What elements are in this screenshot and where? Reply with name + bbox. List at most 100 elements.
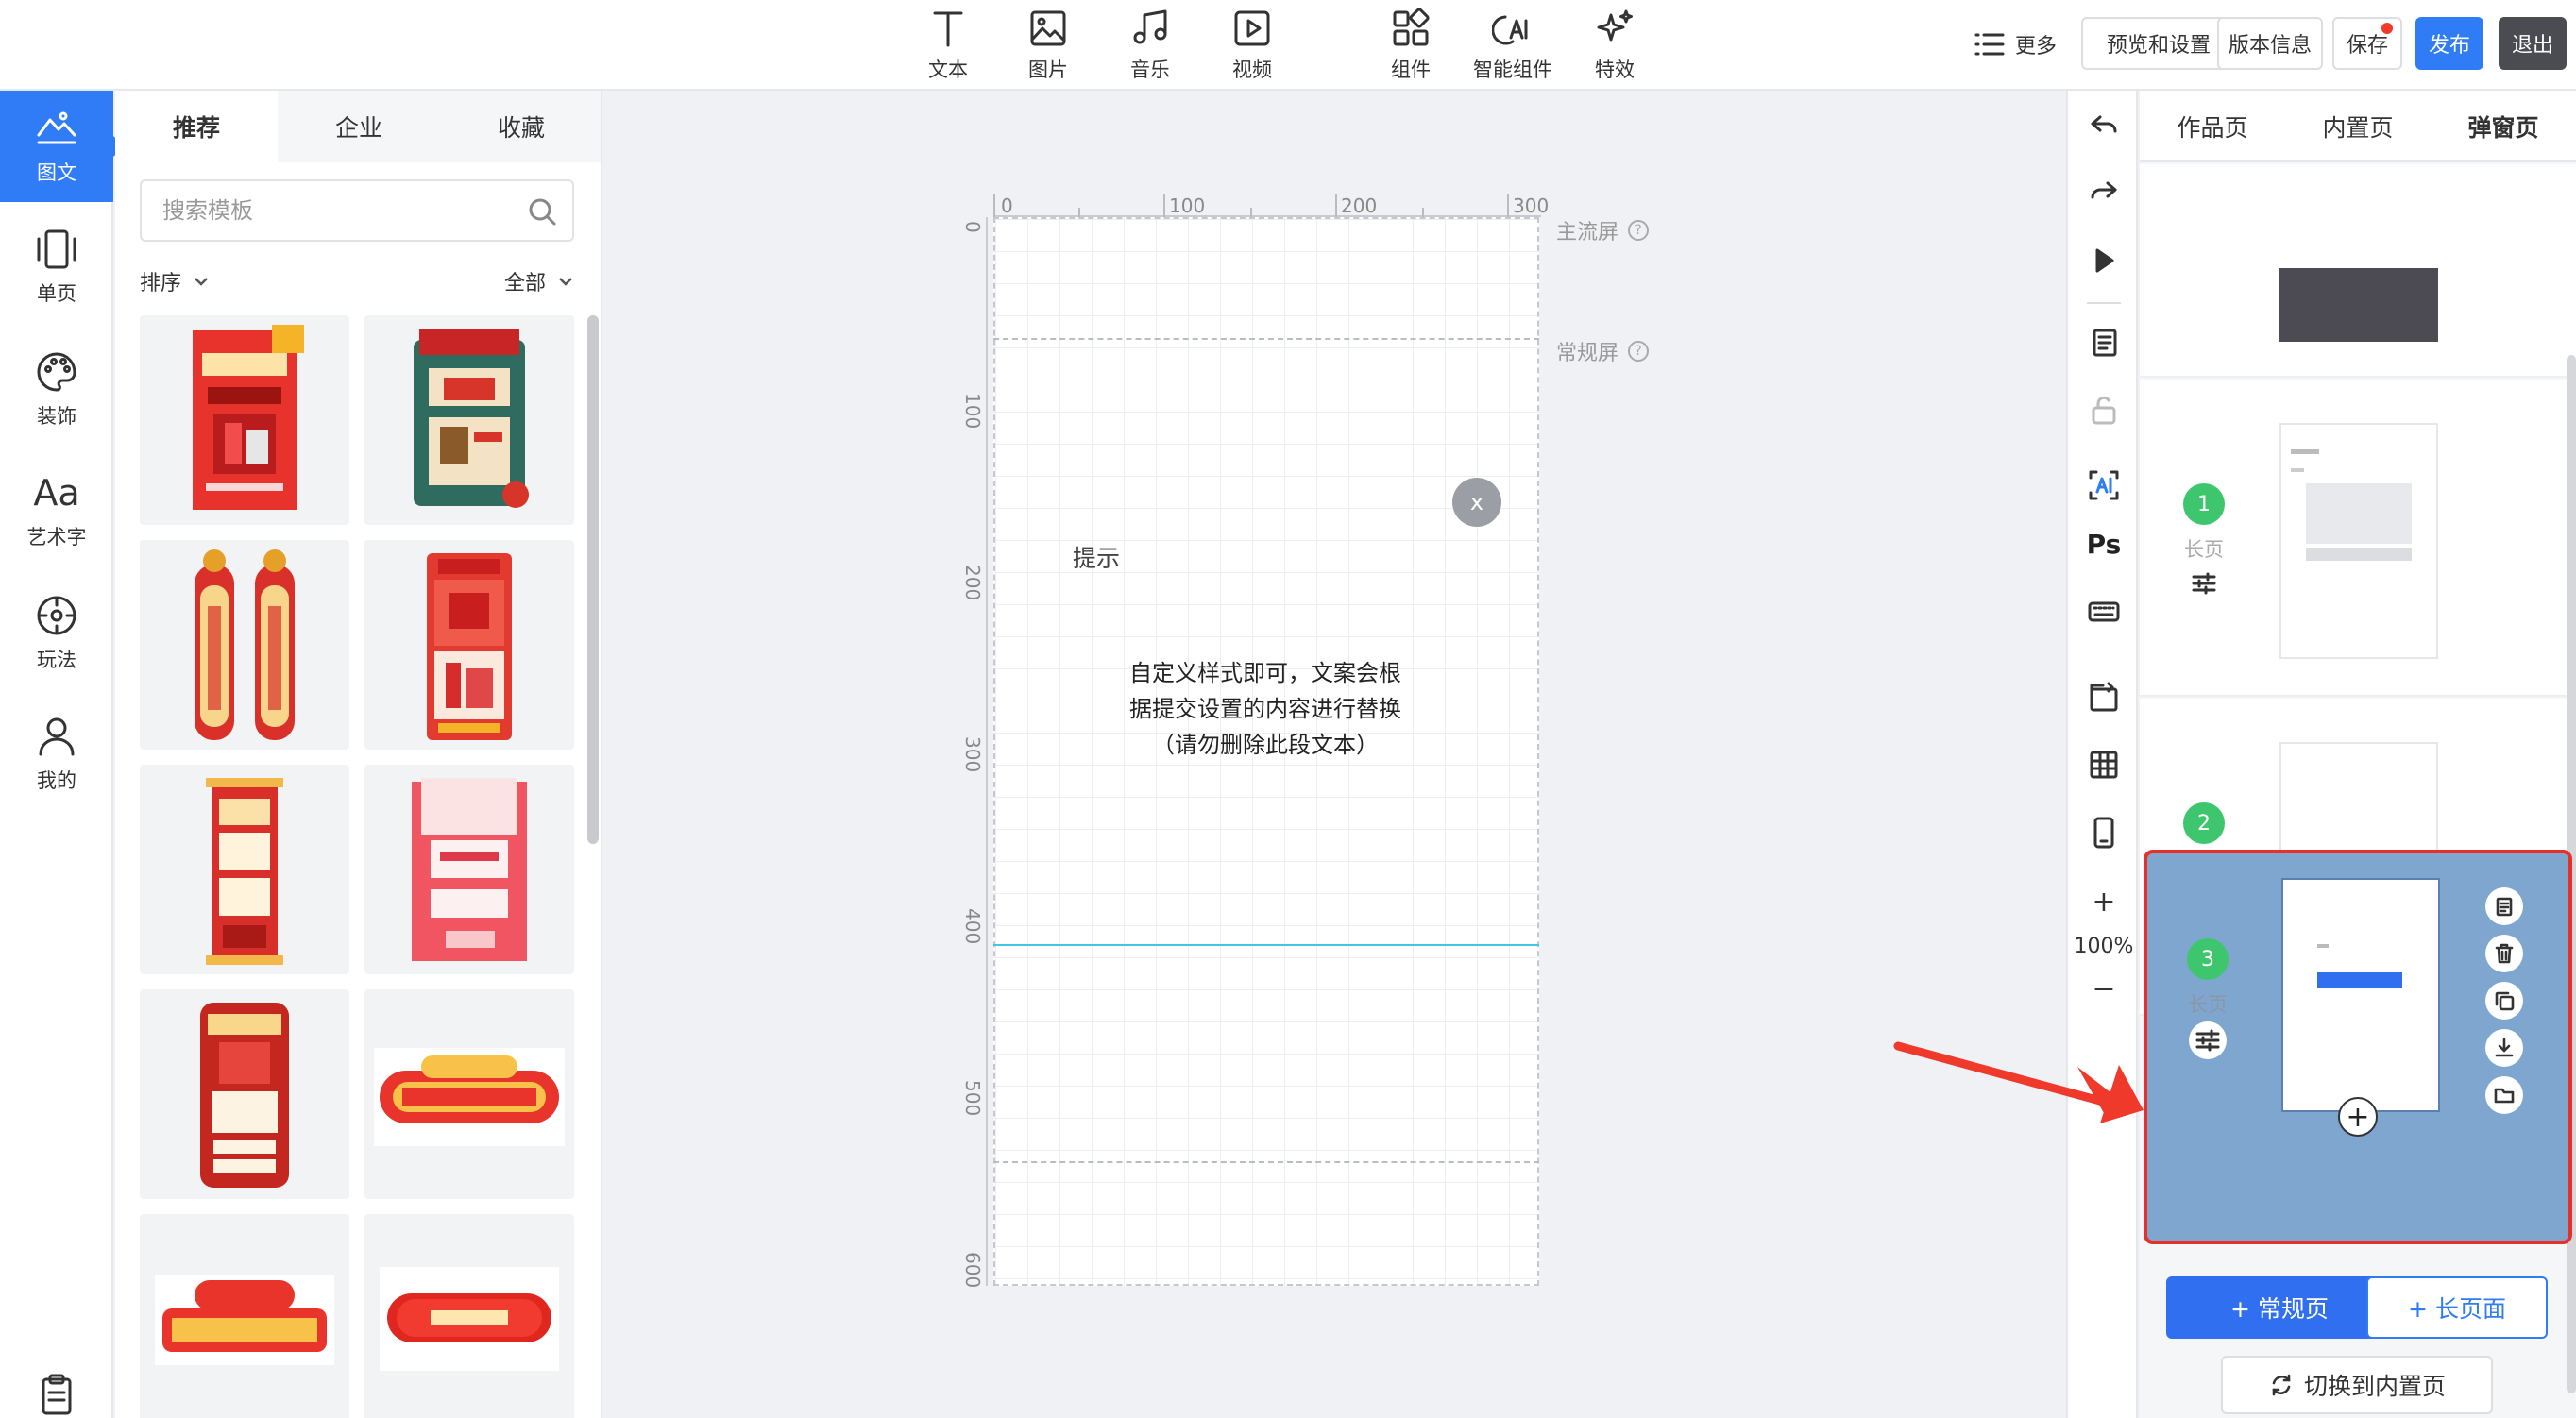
publish-button[interactable]: 发布 xyxy=(2415,17,2483,70)
search-input[interactable] xyxy=(162,197,521,224)
component-tool-label: 组件 xyxy=(1391,59,1431,81)
keyboard-button[interactable] xyxy=(2083,591,2125,633)
image-icon xyxy=(1030,10,1066,46)
switch-builtin-button[interactable]: 切换到内置页 xyxy=(2221,1356,2493,1414)
nav-single-page[interactable]: 单页 xyxy=(0,211,113,323)
ruler-left-label: 0 xyxy=(961,221,984,233)
template-card[interactable] xyxy=(140,315,349,525)
photoshop-button[interactable]: Ps xyxy=(2083,523,2125,565)
version-info-button[interactable]: 版本信息 xyxy=(2217,17,2323,70)
page-thumbnail xyxy=(2281,878,2440,1112)
move-to-folder-button[interactable] xyxy=(2485,1076,2523,1114)
main-flow-divider xyxy=(993,338,1539,340)
download-page-button[interactable] xyxy=(2485,1029,2523,1067)
page-settings-button[interactable] xyxy=(2185,565,2223,602)
clone-icon xyxy=(2495,991,2515,1011)
image-tool[interactable]: 图片 xyxy=(1001,8,1095,85)
page-row-selected[interactable]: 3 长页 xyxy=(2144,850,2572,1244)
preview-settings-button[interactable]: 预览和设置 xyxy=(2081,17,2236,70)
template-card[interactable] xyxy=(364,989,574,1199)
more-menu[interactable]: 更多 xyxy=(1974,25,2057,64)
lock-button[interactable] xyxy=(2083,389,2125,430)
refresh-icon xyxy=(2272,1374,2291,1396)
popup-close-button[interactable]: x xyxy=(1452,478,1501,527)
template-card[interactable] xyxy=(140,765,349,974)
sort-dropdown[interactable]: 排序 xyxy=(140,266,210,296)
delete-page-button[interactable] xyxy=(2485,935,2523,972)
zoom-in-button[interactable]: + xyxy=(2068,886,2140,919)
copy-page-button[interactable] xyxy=(2083,321,2125,363)
help-icon[interactable]: ? xyxy=(1628,220,1650,241)
ai-component-tool[interactable]: 智能组件 xyxy=(1466,8,1560,85)
exit-button[interactable]: 退出 xyxy=(2499,17,2567,70)
nav-decoration[interactable]: 装饰 xyxy=(0,334,113,446)
effects-tool-label: 特效 xyxy=(1595,59,1635,81)
template-card[interactable] xyxy=(140,540,349,750)
editor-app: 文本 图片 音乐 视频 组件 智能组件 特效 更多 预览和设置 版本信息 保存 … xyxy=(0,0,2576,1418)
popup-title[interactable]: 提示 xyxy=(1073,540,1120,574)
template-thumbnail xyxy=(414,329,529,508)
redo-button[interactable] xyxy=(2083,172,2125,213)
clone-page-button[interactable] xyxy=(2485,982,2523,1020)
effects-tool[interactable]: 特效 xyxy=(1568,8,1662,85)
sliders-icon xyxy=(2192,572,2216,595)
template-thumbnail xyxy=(374,1048,565,1146)
top-toolbar: 文本 图片 音乐 视频 组件 智能组件 特效 更多 预览和设置 版本信息 保存 … xyxy=(0,0,2576,91)
replace-button[interactable] xyxy=(2083,676,2125,717)
tab-work-pages[interactable]: 作品页 xyxy=(2140,91,2285,162)
popup-body-text[interactable]: 自定义样式即可，文案会根 据提交设置的内容进行替换 （请勿删除此段文本） xyxy=(1039,655,1492,763)
template-card[interactable] xyxy=(364,765,574,974)
music-tool[interactable]: 音乐 xyxy=(1103,8,1197,85)
page-row[interactable]: 1 长页 xyxy=(2140,380,2576,697)
play-button[interactable] xyxy=(2083,240,2125,281)
template-thumbnail xyxy=(206,778,283,965)
undo-icon xyxy=(2091,115,2117,133)
page-number-badge: 3 xyxy=(2187,938,2229,980)
tab-enterprise[interactable]: 企业 xyxy=(278,91,440,162)
nav-clipboard[interactable] xyxy=(0,1365,113,1418)
copy-icon xyxy=(2093,329,2117,357)
chevron-down-icon xyxy=(559,278,572,286)
text-tool[interactable]: 文本 xyxy=(901,8,995,85)
page-thumbnail xyxy=(2279,268,2438,342)
music-icon xyxy=(1133,9,1167,44)
zoom-out-button[interactable]: − xyxy=(2068,972,2140,1005)
nav-gameplay[interactable]: 玩法 xyxy=(0,578,113,689)
page-settings-button[interactable] xyxy=(2189,1021,2227,1059)
nav-art-text[interactable]: Aa 艺术字 xyxy=(0,455,113,566)
main-flow-label: 主流屏 xyxy=(1556,221,1619,245)
template-thumbnail xyxy=(155,1275,334,1365)
template-card[interactable] xyxy=(140,989,349,1199)
redo-icon xyxy=(2091,181,2117,199)
mobile-preview-button[interactable] xyxy=(2083,812,2125,853)
template-card[interactable] xyxy=(364,540,574,750)
component-tool[interactable]: 组件 xyxy=(1364,8,1458,85)
ruler-top-label: 0 xyxy=(1001,194,1013,217)
add-normal-page-button[interactable]: + 常规页 xyxy=(2166,1276,2393,1339)
add-page-button[interactable]: + xyxy=(2338,1097,2378,1137)
tab-popup-pages[interactable]: 弹窗页 xyxy=(2431,91,2576,162)
video-tool[interactable]: 视频 xyxy=(1205,8,1299,85)
template-scrollbar[interactable] xyxy=(587,315,599,844)
nav-single-page-label: 单页 xyxy=(37,282,76,305)
template-card[interactable] xyxy=(364,1214,574,1418)
save-button[interactable]: 保存 xyxy=(2332,17,2402,70)
user-icon xyxy=(39,717,75,756)
tab-favorites[interactable]: 收藏 xyxy=(440,91,601,162)
template-card[interactable] xyxy=(364,315,574,525)
grid-button[interactable] xyxy=(2083,744,2125,785)
ai-button[interactable] xyxy=(2083,464,2125,506)
tab-builtin-pages[interactable]: 内置页 xyxy=(2285,91,2431,162)
trash-icon xyxy=(2495,943,2514,964)
search-icon[interactable] xyxy=(527,196,557,227)
template-card[interactable] xyxy=(140,1214,349,1418)
page-row[interactable] xyxy=(2140,164,2576,378)
duplicate-page-button[interactable] xyxy=(2485,887,2523,925)
tab-recommended[interactable]: 推荐 xyxy=(115,91,278,162)
nav-image-text[interactable]: 图文 xyxy=(0,91,125,202)
nav-mine[interactable]: 我的 xyxy=(0,699,113,810)
filter-dropdown[interactable]: 全部 xyxy=(504,266,574,296)
help-icon[interactable]: ? xyxy=(1628,341,1650,362)
undo-button[interactable] xyxy=(2083,106,2125,147)
add-long-page-button[interactable]: + 长页面 xyxy=(2366,1276,2548,1339)
